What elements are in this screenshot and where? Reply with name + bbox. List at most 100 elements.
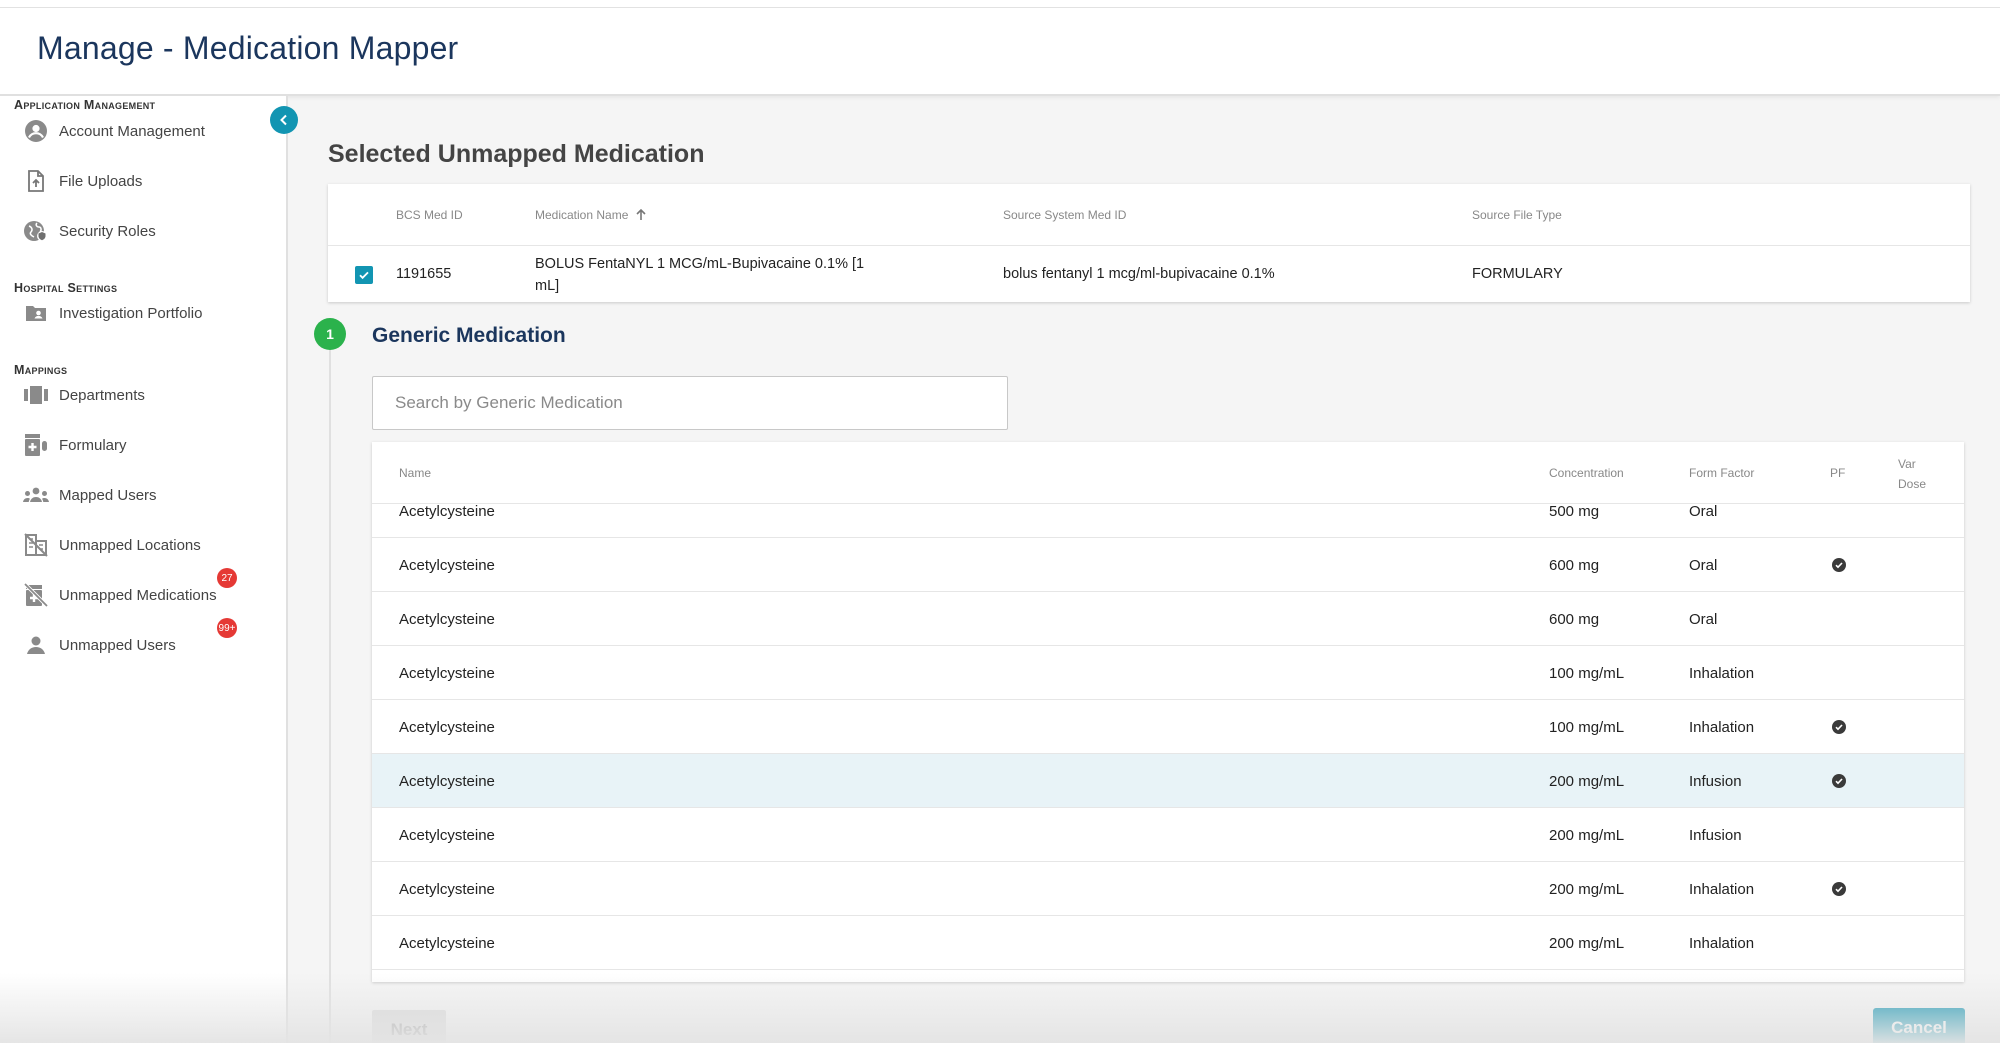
header-pf[interactable]: PF (1830, 466, 1845, 480)
select-medication-checkbox[interactable] (355, 266, 373, 284)
row-form-factor: Inhalation (1689, 880, 1755, 898)
row-concentration: 200 mg/mL (1549, 826, 1625, 844)
header-medication-name[interactable]: Medication Name (535, 208, 648, 222)
check-circle-icon (1832, 720, 1846, 734)
generic-medication-search-input[interactable] (372, 376, 1008, 430)
selected-med-id: 1191655 (396, 266, 452, 282)
row-form-factor: Infusion (1689, 826, 1742, 844)
sidebar-item-security-roles[interactable]: Security Roles (22, 214, 272, 248)
sidebar-item-file-uploads[interactable]: File Uploads (22, 164, 272, 198)
sort-ascending-icon (636, 208, 646, 220)
table-row[interactable]: Acetylcysteine 600 mg Oral (372, 592, 1964, 646)
sidebar-item-label: File Uploads (59, 172, 143, 190)
sidebar-item-label: Unmapped Users (59, 636, 176, 654)
sidebar-item-mapped-users[interactable]: Mapped Users (22, 478, 272, 512)
collapse-sidebar-button[interactable] (270, 106, 298, 134)
row-pf (1832, 862, 1846, 916)
selected-med-name-line1: BOLUS FentaNYL 1 MCG/mL-Bupivacaine 0.1%… (535, 256, 865, 272)
sidebar-item-formulary[interactable]: Formulary (22, 428, 272, 462)
sidebar-item-unmapped-locations[interactable]: Unmapped Locations (22, 528, 272, 562)
account-circle-icon (22, 117, 50, 145)
section-title-hospital-settings: Hospital Settings (14, 281, 118, 295)
row-name: Acetylcysteine (399, 718, 495, 736)
row-concentration: 600 mg (1549, 556, 1600, 574)
table-row[interactable]: Acetylcysteine 200 mg/mL Inhalation (372, 916, 1964, 970)
selected-source-med-id: bolus fentanyl 1 mcg/ml-bupivacaine 0.1% (1003, 266, 1275, 282)
sidebar-item-label: Unmapped Locations (59, 536, 201, 554)
row-concentration: 600 mg (1549, 610, 1600, 628)
sidebar-item-departments[interactable]: Departments (22, 378, 272, 412)
row-concentration: 200 mg/mL (1549, 934, 1625, 952)
row-form-factor: Inhalation (1689, 664, 1755, 682)
row-concentration: 200 mg/mL (1549, 772, 1625, 790)
row-name: Acetylcysteine (399, 556, 495, 574)
page-title: Manage - Medication Mapper (37, 30, 459, 66)
sidebar-item-label: Mapped Users (59, 486, 157, 504)
generic-medication-title: Generic Medication (372, 324, 566, 347)
header-concentration[interactable]: Concentration (1549, 466, 1624, 480)
sidebar-item-investigation-portfolio[interactable]: Investigation Portfolio (22, 296, 272, 330)
header-name[interactable]: Name (399, 466, 431, 480)
section-title-application-management: Application Management (14, 98, 156, 112)
row-form-factor: Inhalation (1689, 934, 1755, 952)
sidebar-item-label: Departments (59, 386, 145, 404)
selected-med-name: BOLUS FentaNYL 1 MCG/mL-Bupivacaine 0.1%… (535, 253, 895, 297)
row-form-factor: Oral (1689, 610, 1718, 628)
unmapped-medications-icon (22, 581, 50, 609)
row-pf (1832, 754, 1846, 808)
header-var-dose-line2: Dose (1898, 477, 1927, 491)
row-name: Acetylcysteine (399, 826, 495, 844)
sidebar-item-unmapped-users[interactable]: Unmapped Users (22, 628, 272, 662)
unmapped-locations-icon (22, 531, 50, 559)
check-circle-icon (1832, 882, 1846, 896)
table-row[interactable]: Acetylcysteine 200 mg/mL Infusion (372, 754, 1964, 808)
cancel-button[interactable]: Cancel (1873, 1008, 1965, 1043)
generic-table-header: Name Concentration Form Factor PF Var Do… (372, 442, 1964, 504)
selected-table-header: BCS Med ID Medication Name Source System… (328, 184, 1970, 246)
sidebar-item-label: Unmapped Medications (59, 586, 217, 604)
formulary-icon (22, 431, 50, 459)
chevron-left-icon (280, 114, 287, 126)
table-row[interactable]: Acetylcysteine 200 mg/mL Infusion (372, 808, 1964, 862)
selected-source-file-type: FORMULARY (1472, 266, 1563, 282)
step-number-badge: 1 (314, 318, 346, 350)
check-circle-icon (1832, 558, 1846, 572)
file-upload-icon (22, 167, 50, 195)
departments-icon (22, 381, 50, 409)
selected-med-name-line2: mL] (535, 278, 560, 294)
header-form-factor[interactable]: Form Factor (1689, 466, 1754, 480)
row-name: Acetylcysteine (399, 772, 495, 790)
top-border (0, 0, 2000, 8)
header-var-dose[interactable]: Var Dose (1898, 454, 1926, 494)
group-icon (22, 481, 50, 509)
row-name: Acetylcysteine (399, 664, 495, 682)
header-source-file-type[interactable]: Source File Type (1472, 208, 1562, 222)
row-form-factor: Oral (1689, 556, 1718, 574)
generic-medication-table: Name Concentration Form Factor PF Var Do… (372, 442, 1964, 982)
header-source-system-med-id[interactable]: Source System Med ID (1003, 208, 1126, 222)
row-form-factor: Infusion (1689, 772, 1742, 790)
sidebar-item-unmapped-medications[interactable]: Unmapped Medications (22, 578, 272, 612)
sidebar-item-account-management[interactable]: Account Management (22, 114, 272, 148)
header-medication-name-label: Medication Name (535, 208, 629, 222)
row-form-factor: Inhalation (1689, 718, 1755, 736)
checkmark-icon (359, 271, 369, 280)
table-row[interactable]: Acetylcysteine 200 mg/mL Inhalation (372, 862, 1964, 916)
row-pf (1832, 700, 1846, 754)
app-header: Manage - Medication Mapper (0, 8, 2000, 96)
table-row[interactable]: Acetylcysteine 600 mg Oral (372, 538, 1964, 592)
row-concentration: 100 mg/mL (1549, 664, 1625, 682)
selected-medication-table: BCS Med ID Medication Name Source System… (328, 184, 1970, 302)
folder-person-icon (22, 299, 50, 327)
row-name: Acetylcysteine (399, 880, 495, 898)
row-concentration: 100 mg/mL (1549, 718, 1625, 736)
main-content: Selected Unmapped Medication BCS Med ID … (290, 96, 2000, 1043)
sidebar: Application Management Account Managemen… (0, 96, 288, 1043)
row-pf (1832, 538, 1846, 592)
table-row[interactable]: Acetylcysteine 100 mg/mL Inhalation (372, 646, 1964, 700)
next-button[interactable]: Next (372, 1010, 446, 1043)
header-var-dose-line1: Var (1898, 457, 1916, 471)
table-row[interactable]: Acetylcysteine 100 mg/mL Inhalation (372, 700, 1964, 754)
step-connector-line (329, 344, 331, 1043)
header-bcs-med-id[interactable]: BCS Med ID (396, 208, 463, 222)
